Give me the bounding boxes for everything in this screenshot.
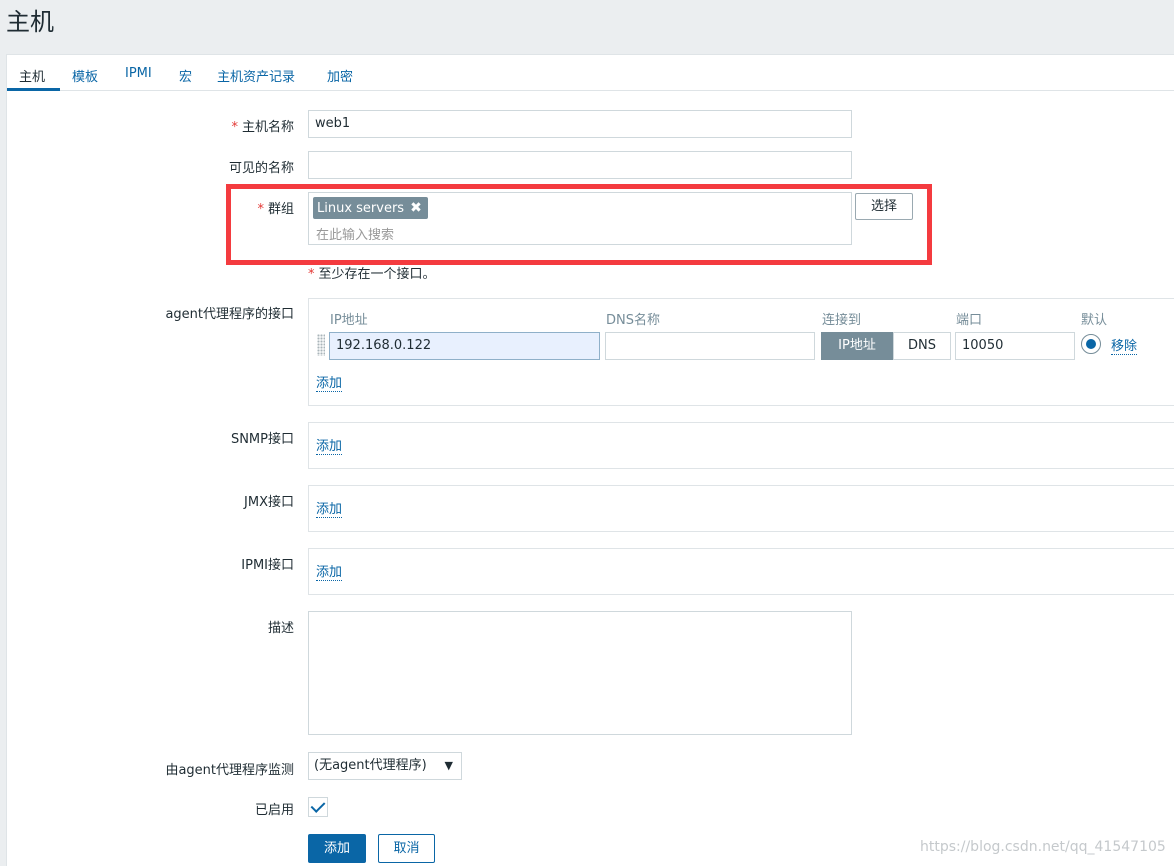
host-form-panel: 主机 模板 IPMI 宏 主机资产记录 加密 * 主机名称 web1 可见的名称 …	[6, 54, 1174, 866]
col-dns-header: DNS名称	[606, 313, 660, 328]
default-interface-radio[interactable]	[1081, 334, 1101, 354]
tab-ipmi[interactable]: IPMI	[125, 66, 152, 81]
add-button[interactable]: 添加	[308, 834, 366, 863]
visible-name-input[interactable]	[308, 151, 852, 179]
remove-interface-link[interactable]: 移除	[1111, 339, 1138, 355]
select-groups-button[interactable]: 选择	[855, 193, 913, 220]
col-port-header: 端口	[956, 313, 983, 328]
col-default-header: 默认	[1081, 313, 1108, 328]
groups-search-placeholder[interactable]: 在此输入搜索	[316, 224, 394, 243]
dns-name-input[interactable]	[605, 332, 815, 360]
port-input[interactable]: 10050	[955, 332, 1075, 360]
jmx-interfaces-label: JMX接口	[244, 495, 294, 510]
interface-required-note: * 至少存在一个接口。	[308, 267, 436, 282]
monitored-by-label: 由agent代理程序监测	[165, 763, 294, 778]
col-ip-header: IP地址	[330, 313, 368, 328]
description-textarea[interactable]	[308, 611, 852, 735]
agent-interfaces-box: IP地址 DNS名称 连接到 端口 默认 192.168.0.122 IP地址 …	[308, 298, 1174, 406]
tab-bar: 主机 模板 IPMI 宏 主机资产记录 加密	[7, 55, 1174, 91]
add-snmp-interface-link[interactable]: 添加	[316, 439, 343, 455]
cancel-button[interactable]: 取消	[378, 834, 435, 863]
watermark: https://blog.csdn.net/qq_41547105	[920, 839, 1166, 855]
groups-label: * 群组	[257, 202, 294, 217]
agent-interfaces-label: agent代理程序的接口	[165, 307, 294, 322]
jmx-interfaces-box: 添加	[308, 485, 1174, 532]
enabled-checkbox[interactable]	[308, 797, 328, 817]
host-name-label: * 主机名称	[231, 120, 294, 135]
group-tag: Linux servers ✖	[313, 197, 428, 219]
chevron-down-icon: ▼	[444, 759, 453, 772]
connect-ip-toggle[interactable]: IP地址	[821, 332, 893, 360]
active-tab-indicator	[7, 88, 60, 91]
host-name-input[interactable]: web1	[308, 110, 852, 138]
tab-host[interactable]: 主机	[19, 66, 45, 85]
snmp-interfaces-label: SNMP接口	[230, 432, 294, 447]
remove-tag-icon[interactable]: ✖	[410, 200, 422, 216]
tab-templates[interactable]: 模板	[72, 66, 98, 85]
snmp-interfaces-box: 添加	[308, 422, 1174, 469]
add-ipmi-interface-link[interactable]: 添加	[316, 565, 343, 581]
drag-handle-icon[interactable]	[317, 334, 325, 356]
add-jmx-interface-link[interactable]: 添加	[316, 502, 343, 518]
ipmi-interfaces-box: 添加	[308, 548, 1174, 595]
enabled-label: 已启用	[254, 803, 294, 818]
tab-macros[interactable]: 宏	[179, 66, 192, 85]
col-connect-header: 连接到	[822, 313, 862, 328]
add-agent-interface-link[interactable]: 添加	[316, 376, 343, 392]
tab-inventory[interactable]: 主机资产记录	[217, 66, 295, 85]
proxy-select[interactable]: (无agent代理程序) ▼	[308, 752, 462, 780]
page-header: 主机	[0, 0, 1174, 40]
ipmi-interfaces-label: IPMI接口	[241, 558, 294, 573]
connect-dns-toggle[interactable]: DNS	[893, 332, 951, 360]
description-label: 描述	[267, 621, 294, 636]
groups-multiselect[interactable]: Linux servers ✖ 在此输入搜索	[308, 192, 852, 245]
tab-encryption[interactable]: 加密	[327, 66, 353, 85]
visible-name-label: 可见的名称	[228, 161, 294, 176]
ip-address-input[interactable]: 192.168.0.122	[329, 332, 600, 360]
page-title: 主机	[6, 8, 54, 36]
